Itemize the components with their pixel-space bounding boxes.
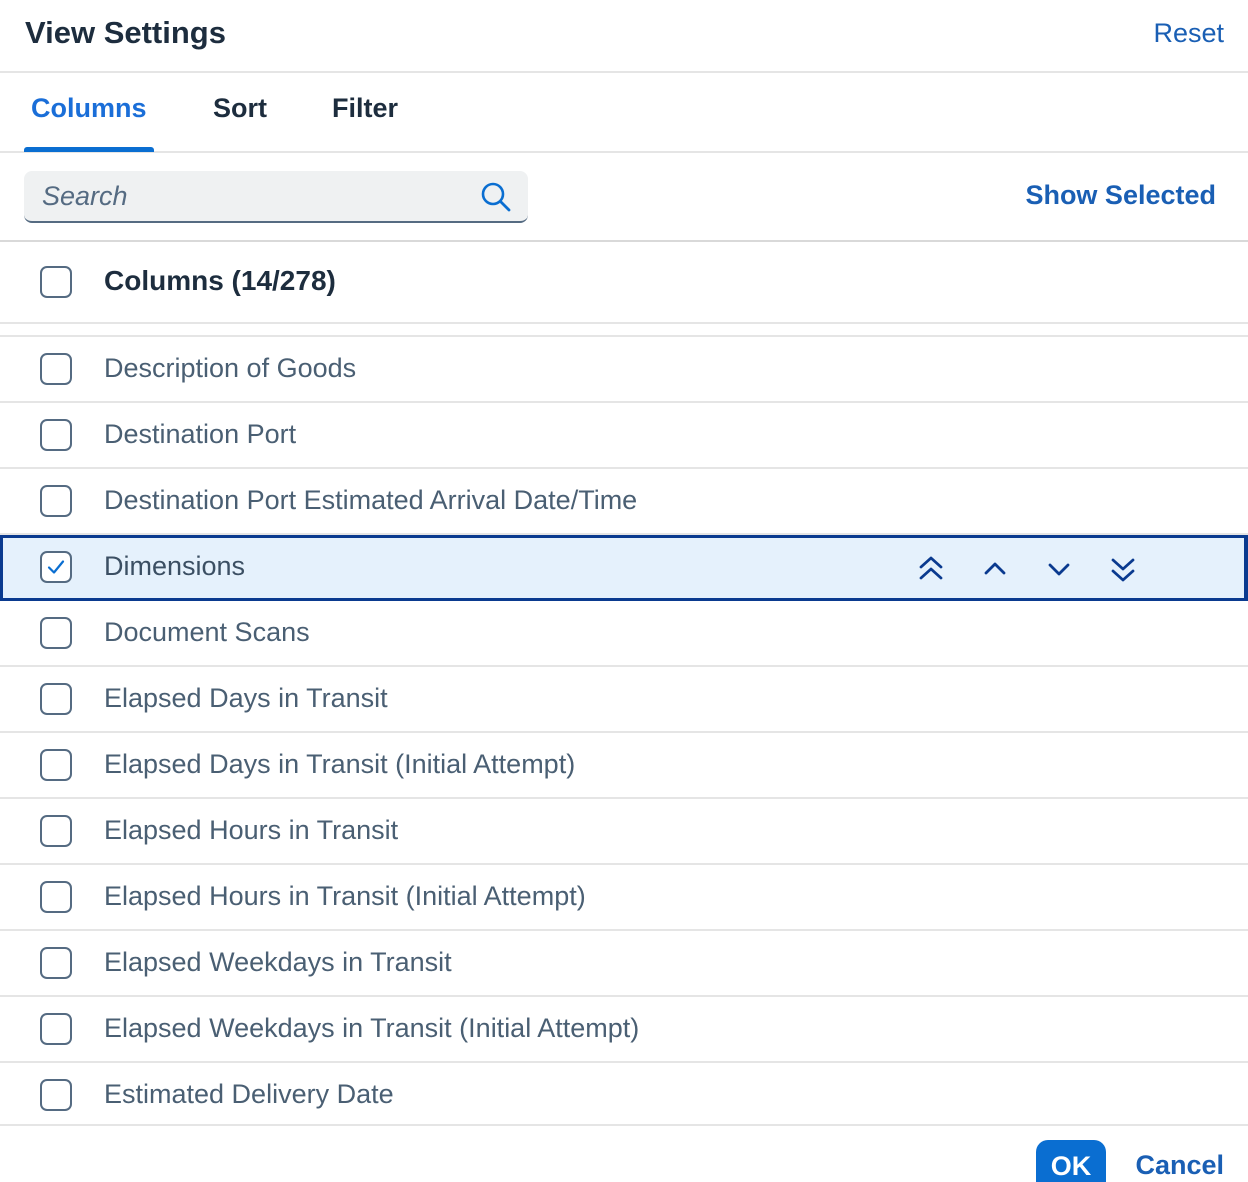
list-item[interactable]: Destination Port Estimated Arrival Date/…	[0, 469, 1248, 535]
row-checkbox[interactable]	[40, 485, 72, 517]
move-to-bottom-button[interactable]	[1103, 549, 1143, 589]
tab-sort[interactable]: Sort	[213, 93, 267, 124]
list-item-label: Elapsed Days in Transit (Initial Attempt…	[104, 749, 576, 779]
row-checkbox[interactable]	[40, 617, 72, 649]
list-item[interactable]: Elapsed Days in Transit	[0, 667, 1248, 733]
chevron-down-icon	[1048, 563, 1070, 576]
list-item-label: Elapsed Weekdays in Transit	[104, 947, 452, 977]
search-field	[24, 171, 528, 223]
row-checkbox[interactable]	[40, 1079, 72, 1111]
list-item-label: Elapsed Days in Transit	[104, 683, 388, 713]
cancel-button[interactable]: Cancel	[1135, 1150, 1224, 1181]
list-item[interactable]: Elapsed Days in Transit (Initial Attempt…	[0, 733, 1248, 799]
tab-filter[interactable]: Filter	[332, 93, 398, 124]
move-up-button[interactable]	[975, 549, 1015, 589]
list-item-label: Description of Goods	[104, 353, 357, 383]
list-item-label: Destination Port Estimated Arrival Date/…	[104, 485, 638, 515]
list-item-label: Document Scans	[104, 617, 310, 647]
columns-count-label: Columns (14/278)	[104, 265, 336, 296]
list-item-label: Elapsed Hours in Transit	[104, 815, 399, 845]
list-item[interactable]: Description of Goods	[0, 337, 1248, 403]
show-selected-button[interactable]: Show Selected	[1025, 180, 1216, 211]
search-icon[interactable]	[480, 181, 512, 213]
list-item[interactable]: Document Scans	[0, 601, 1248, 667]
list-item-label: Destination Port	[104, 419, 297, 449]
move-to-top-button[interactable]	[911, 549, 951, 589]
search-input[interactable]	[42, 179, 472, 213]
row-checkbox[interactable]	[40, 749, 72, 781]
list-item-label: Dimensions	[104, 551, 246, 581]
reset-button[interactable]: Reset	[1153, 18, 1224, 49]
list-item[interactable]: Elapsed Hours in Transit	[0, 799, 1248, 865]
dialog-footer: OK Cancel	[0, 1124, 1248, 1182]
row-checkbox[interactable]	[40, 947, 72, 979]
tab-bar: Columns Sort Filter	[0, 73, 1248, 153]
dialog-title: View Settings	[25, 15, 226, 50]
columns-list: Description of Goods Destination Port De…	[0, 337, 1248, 1129]
row-checkbox[interactable]	[40, 1013, 72, 1045]
row-checkbox[interactable]	[40, 815, 72, 847]
list-item-label: Estimated Delivery Date	[104, 1079, 394, 1109]
row-checkbox[interactable]	[40, 419, 72, 451]
row-checkbox[interactable]	[40, 353, 72, 385]
list-item[interactable]: Destination Port	[0, 403, 1248, 469]
row-checkbox[interactable]	[40, 881, 72, 913]
chevron-up-icon	[984, 562, 1006, 575]
columns-toolbar: Show Selected	[0, 153, 1248, 242]
checkmark-icon	[47, 560, 65, 574]
double-chevron-up-icon	[919, 556, 943, 580]
double-chevron-down-icon	[1111, 558, 1135, 582]
list-item[interactable]: Elapsed Weekdays in Transit	[0, 931, 1248, 997]
row-checkbox[interactable]	[40, 683, 72, 715]
list-item-selected[interactable]: Dimensions	[0, 535, 1248, 601]
ok-button[interactable]: OK	[1036, 1140, 1106, 1182]
list-item-label: Elapsed Weekdays in Transit (Initial Att…	[104, 1013, 640, 1043]
active-tab-indicator	[24, 147, 154, 152]
move-down-button[interactable]	[1039, 549, 1079, 589]
row-checkbox-checked[interactable]	[40, 551, 72, 583]
list-item[interactable]: Elapsed Weekdays in Transit (Initial Att…	[0, 997, 1248, 1063]
tab-columns[interactable]: Columns	[31, 93, 147, 124]
list-item-label: Elapsed Hours in Transit (Initial Attemp…	[104, 881, 586, 911]
dialog-header: View Settings Reset	[0, 0, 1248, 73]
select-all-checkbox[interactable]	[40, 266, 72, 298]
list-item[interactable]: Elapsed Hours in Transit (Initial Attemp…	[0, 865, 1248, 931]
columns-list-header: Columns (14/278)	[0, 242, 1248, 324]
list-item[interactable]: Estimated Delivery Date	[0, 1063, 1248, 1129]
